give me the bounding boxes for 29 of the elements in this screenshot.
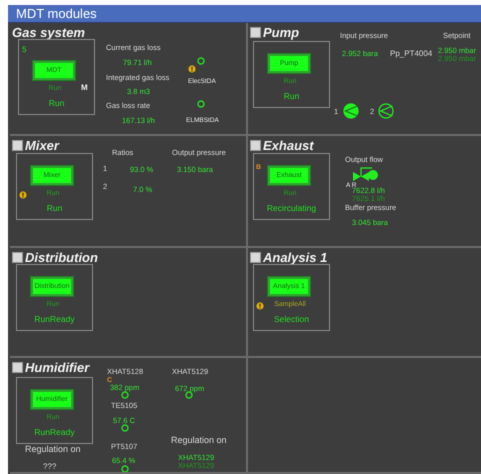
checkbox[interactable] (250, 140, 261, 150)
tag-text: Pp_PT4004 (390, 49, 432, 59)
panel-title: Pump (263, 24, 300, 40)
state-text: Run (282, 91, 300, 101)
state-text: Recirculating (266, 203, 318, 213)
warning-icon (188, 65, 196, 73)
counter-text: 5 (22, 44, 26, 56)
state-text: Run (46, 203, 64, 213)
checkbox[interactable] (12, 362, 23, 372)
state-text: Selection (273, 314, 310, 324)
mode-text: M (81, 82, 88, 94)
panel-title: Mixer (25, 138, 59, 152)
checkbox[interactable] (12, 140, 23, 150)
panel-title: Analysis 1 (263, 250, 328, 264)
state-text: RunReady (33, 427, 76, 437)
checkbox[interactable] (12, 252, 23, 262)
window-title: MDT modules (8, 5, 481, 23)
checkbox[interactable] (250, 26, 261, 38)
checkbox[interactable] (250, 252, 261, 262)
tag-text: ??? (43, 462, 56, 472)
panel-title: Distribution (25, 250, 98, 264)
label-text: Regulation on (171, 435, 227, 445)
panel-title: Exhaust (263, 138, 314, 152)
state-text: RunReady (33, 314, 76, 324)
panel-title: Humidifier (25, 360, 90, 374)
valve-icon (352, 166, 378, 182)
label-text: Regulation on (25, 444, 81, 454)
state-text: Run (48, 98, 66, 108)
panel-title: Gas system (12, 24, 85, 40)
